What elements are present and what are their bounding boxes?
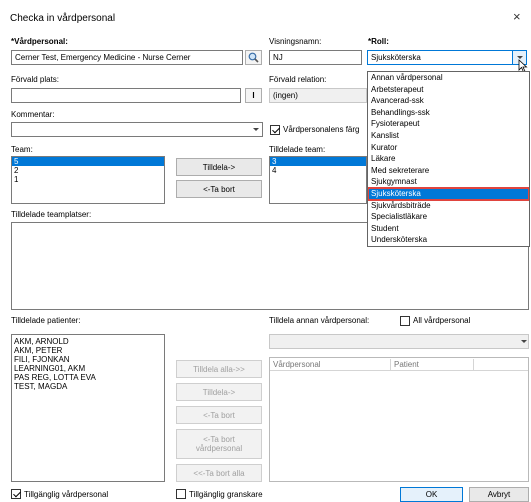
other-staff-select[interactable] [269, 334, 529, 349]
assigned-patients-list[interactable]: AKM, ARNOLD AKM, PETER FILI, FJONKAN LEA… [11, 334, 165, 482]
all-staff-label: All vårdpersonal [413, 316, 471, 325]
assign-patient-button[interactable]: Tilldela-> [176, 383, 262, 401]
role-option[interactable]: Läkare [368, 153, 529, 165]
color-checkbox-label: Vårdpersonalens färg [283, 125, 360, 134]
role-option[interactable]: Specialistläkare [368, 211, 529, 223]
default-place-label: Förvald plats: [11, 75, 60, 84]
role-label: *Roll: [368, 37, 389, 46]
window-title: Checka in vårdpersonal [10, 13, 116, 24]
list-item[interactable]: 3 [270, 157, 366, 166]
assigned-team-list[interactable]: 3 4 [269, 156, 367, 204]
display-name-input[interactable]: NJ [269, 50, 362, 65]
assign-all-button[interactable]: Tilldela alla->> [176, 360, 262, 378]
role-selected-value: Sjuksköterska [371, 53, 421, 62]
role-dropdown-list[interactable]: Annan vårdpersonal Arbetsterapeut Avance… [367, 71, 530, 247]
cancel-button[interactable]: Avbryt [469, 487, 529, 502]
role-option[interactable]: Behandlings-ssk [368, 107, 529, 119]
grid-header-staff[interactable]: Vårdpersonal [273, 360, 321, 369]
list-item[interactable]: 4 [270, 166, 366, 175]
search-button[interactable] [245, 50, 262, 65]
chevron-down-icon [521, 340, 527, 343]
grid-divider [390, 359, 391, 370]
list-item[interactable]: LEARNING01, AKM [12, 364, 164, 373]
remove-patient-button[interactable]: <-Ta bort [176, 406, 262, 424]
list-item[interactable]: TEST, MAGDA [12, 382, 164, 391]
list-item[interactable]: 5 [12, 157, 164, 166]
assigned-team-label: Tilldelade team: [269, 145, 326, 154]
remove-team-button[interactable]: <-Ta bort [176, 180, 262, 198]
all-staff-checkbox[interactable] [400, 316, 410, 326]
role-option[interactable]: Kanslist [368, 130, 529, 142]
grid-header-patient[interactable]: Patient [394, 360, 419, 369]
default-relation-label: Förvald relation: [269, 75, 327, 84]
role-option[interactable]: Undersköterska [368, 234, 529, 246]
list-item[interactable]: FILI, FJONKAN [12, 355, 164, 364]
team-places-label: Tilldelade teamplatser: [11, 210, 92, 219]
comment-label: Kommentar: [11, 110, 55, 119]
color-checkbox[interactable] [270, 125, 280, 135]
default-relation-select[interactable]: (ingen) [269, 88, 367, 103]
role-option[interactable]: Med sekreterare [368, 165, 529, 177]
role-option-highlighted[interactable]: Sjuksköterska [368, 186, 529, 201]
close-icon[interactable]: × [513, 9, 521, 24]
role-select[interactable]: Sjuksköterska [367, 50, 527, 65]
role-option[interactable]: Avancerad-ssk [368, 95, 529, 107]
grid-header: Vårdpersonal Patient [270, 358, 528, 371]
search-icon [248, 52, 259, 63]
available-staff-checkbox[interactable] [11, 489, 21, 499]
list-item[interactable]: AKM, ARNOLD [12, 337, 164, 346]
default-place-input[interactable] [11, 88, 241, 103]
role-option[interactable]: Annan vårdpersonal [368, 72, 529, 84]
role-option[interactable]: Sjukgymnast [368, 176, 529, 188]
role-option[interactable]: Student [368, 223, 529, 235]
list-item[interactable]: PAS REG, LOTTA EVA [12, 373, 164, 382]
list-item[interactable]: AKM, PETER [12, 346, 164, 355]
ok-button[interactable]: OK [400, 487, 463, 502]
comment-select[interactable] [11, 122, 263, 137]
remove-staff-line1: <-Ta bort [203, 435, 235, 444]
remove-staff-button[interactable]: <-Ta bort vårdpersonal [176, 429, 262, 459]
list-item[interactable]: 2 [12, 166, 164, 175]
role-option[interactable]: Fysioterapeut [368, 118, 529, 130]
default-place-button[interactable]: I [245, 88, 262, 103]
assign-team-button[interactable]: Tilldela-> [176, 158, 262, 176]
available-reviewer-label: Tillgänglig granskare [189, 490, 263, 499]
display-name-label: Visningsnamn: [269, 37, 322, 46]
chevron-down-icon [253, 128, 259, 131]
role-option[interactable]: Sjukvårdsbiträde [368, 200, 529, 212]
staff-input[interactable]: Cerner Test, Emergency Medicine - Nurse … [11, 50, 243, 65]
team-list[interactable]: 5 2 1 [11, 156, 165, 204]
team-label: Team: [11, 145, 33, 154]
available-reviewer-checkbox[interactable] [176, 489, 186, 499]
other-staff-label: Tilldela annan vårdpersonal: [269, 316, 370, 325]
role-option[interactable]: Arbetsterapeut [368, 84, 529, 96]
available-staff-label: Tillgänglig vårdpersonal [24, 490, 109, 499]
staff-patient-grid[interactable]: Vårdpersonal Patient [269, 357, 529, 482]
grid-divider [473, 359, 474, 370]
list-item[interactable]: 1 [12, 175, 164, 184]
staff-label: *Vårdpersonal: [11, 37, 68, 46]
remove-staff-line2: vårdpersonal [195, 444, 243, 453]
assigned-patients-label: Tilldelade patienter: [11, 316, 81, 325]
role-option[interactable]: Kurator [368, 142, 529, 154]
remove-all-button[interactable]: <<-Ta bort alla [176, 464, 262, 482]
